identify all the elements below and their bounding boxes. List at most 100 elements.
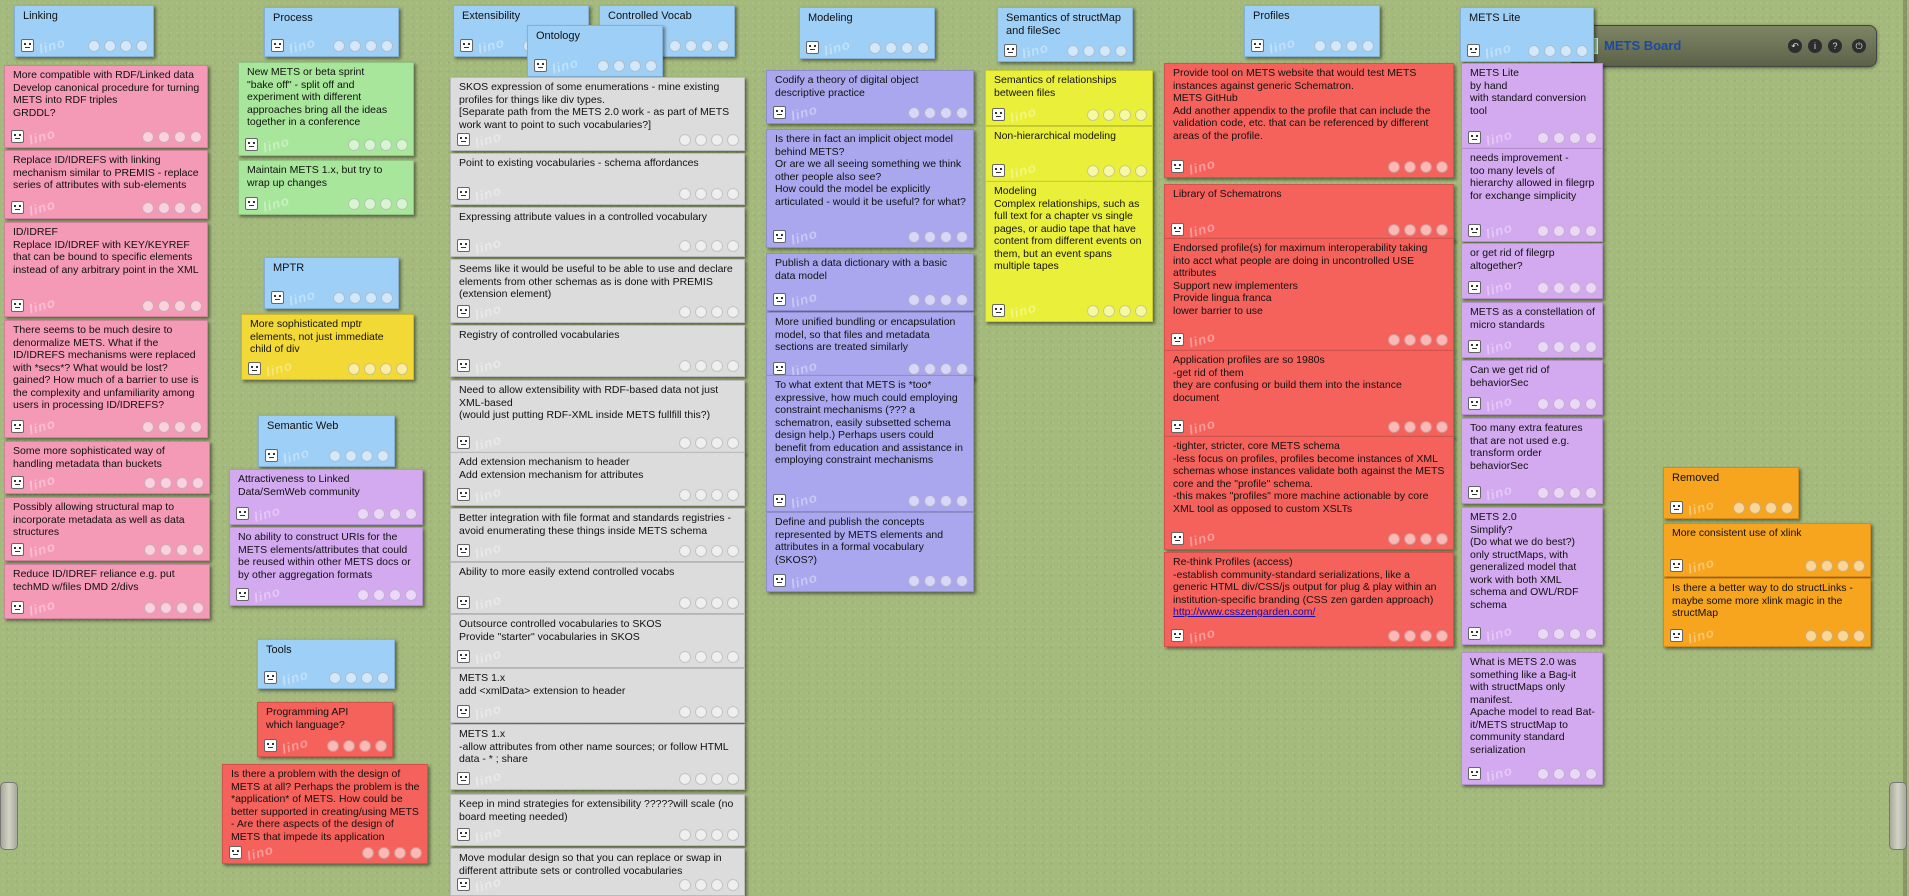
check-icon[interactable] xyxy=(1576,45,1588,57)
copy-icon[interactable] xyxy=(160,477,172,489)
copy-icon[interactable] xyxy=(158,421,170,433)
edit-icon[interactable] xyxy=(1537,768,1549,780)
header-note-process[interactable]: Process lino xyxy=(264,7,399,57)
copy-icon[interactable] xyxy=(695,651,707,663)
edit-icon[interactable] xyxy=(357,508,369,520)
copy-icon[interactable] xyxy=(1553,341,1565,353)
copy-icon[interactable] xyxy=(695,879,707,891)
author-face-icon[interactable] xyxy=(1251,39,1264,52)
copy-icon[interactable] xyxy=(364,198,376,210)
edit-icon[interactable] xyxy=(1087,109,1099,121)
download-icon[interactable] xyxy=(359,740,371,752)
download-icon[interactable] xyxy=(1119,305,1131,317)
note-extensibility-1[interactable]: SKOS expression of some enumerations - m… xyxy=(450,77,745,151)
copy-icon[interactable] xyxy=(924,495,936,507)
copy-icon[interactable] xyxy=(1553,628,1565,640)
copy-icon[interactable] xyxy=(373,589,385,601)
check-icon[interactable] xyxy=(727,489,739,501)
copy-icon[interactable] xyxy=(158,300,170,312)
note-removed-2[interactable]: Is there a better way to do structLinks … xyxy=(1663,578,1871,647)
download-icon[interactable] xyxy=(711,879,723,891)
download-icon[interactable] xyxy=(365,40,377,52)
author-face-icon[interactable] xyxy=(773,230,786,243)
note-semantics-1[interactable]: Semantics of relationships between files… xyxy=(985,70,1153,126)
check-icon[interactable] xyxy=(1585,225,1597,237)
edit-icon[interactable] xyxy=(327,740,339,752)
copy-icon[interactable] xyxy=(1103,305,1115,317)
download-icon[interactable] xyxy=(1099,45,1111,57)
edit-icon[interactable] xyxy=(869,42,881,54)
note-modeling-1[interactable]: Codify a theory of digital object descri… xyxy=(766,70,974,124)
check-icon[interactable] xyxy=(717,40,729,52)
note-linking-3[interactable]: ID/IDREF Replace ID/IDREF with KEY/KEYRE… xyxy=(4,222,208,317)
check-icon[interactable] xyxy=(1585,341,1597,353)
check-icon[interactable] xyxy=(192,544,204,556)
download-icon[interactable] xyxy=(711,773,723,785)
note-profiles-1[interactable]: Provide tool on METS website that would … xyxy=(1164,63,1454,178)
copy-icon[interactable] xyxy=(613,60,625,72)
edit-icon[interactable] xyxy=(679,188,691,200)
download-icon[interactable] xyxy=(1119,165,1131,177)
edit-icon[interactable] xyxy=(1067,45,1079,57)
author-face-icon[interactable] xyxy=(992,164,1005,177)
note-extensibility-9[interactable]: Ability to more easily extend controlled… xyxy=(450,562,745,614)
copy-icon[interactable] xyxy=(1103,165,1115,177)
edit-icon[interactable] xyxy=(348,198,360,210)
check-icon[interactable] xyxy=(1436,334,1448,346)
download-icon[interactable] xyxy=(1420,161,1432,173)
check-icon[interactable] xyxy=(727,134,739,146)
author-face-icon[interactable] xyxy=(457,544,470,557)
copy-icon[interactable] xyxy=(158,202,170,214)
edit-icon[interactable] xyxy=(1528,45,1540,57)
note-extensibility-10[interactable]: Outsource controlled vocabularies to SKO… xyxy=(450,614,745,668)
download-icon[interactable] xyxy=(711,188,723,200)
download-icon[interactable] xyxy=(940,495,952,507)
download-icon[interactable] xyxy=(361,450,373,462)
author-face-icon[interactable] xyxy=(1468,131,1481,144)
author-face-icon[interactable] xyxy=(457,596,470,609)
edit-icon[interactable] xyxy=(88,40,100,52)
author-face-icon[interactable] xyxy=(992,108,1005,121)
author-face-icon[interactable] xyxy=(229,846,242,859)
download-icon[interactable] xyxy=(1560,45,1572,57)
download-icon[interactable] xyxy=(701,40,713,52)
edit-icon[interactable] xyxy=(1087,305,1099,317)
edit-icon[interactable] xyxy=(679,306,691,318)
header-note-mets-lite[interactable]: METS Lite lino xyxy=(1460,7,1594,62)
check-icon[interactable] xyxy=(190,421,202,433)
edit-icon[interactable] xyxy=(1537,628,1549,640)
copy-icon[interactable] xyxy=(685,40,697,52)
download-icon[interactable] xyxy=(1569,132,1581,144)
check-icon[interactable] xyxy=(727,360,739,372)
edit-icon[interactable] xyxy=(1537,487,1549,499)
copy-icon[interactable] xyxy=(924,363,936,375)
check-icon[interactable] xyxy=(192,477,204,489)
copy-icon[interactable] xyxy=(1083,45,1095,57)
download-icon[interactable] xyxy=(711,706,723,718)
copy-icon[interactable] xyxy=(1404,161,1416,173)
download-icon[interactable] xyxy=(711,651,723,663)
edit-icon[interactable] xyxy=(908,575,920,587)
author-face-icon[interactable] xyxy=(457,650,470,663)
copy-icon[interactable] xyxy=(1821,630,1833,642)
author-face-icon[interactable] xyxy=(457,436,470,449)
check-icon[interactable] xyxy=(190,300,202,312)
author-face-icon[interactable] xyxy=(236,507,249,520)
check-icon[interactable] xyxy=(192,602,204,614)
author-face-icon[interactable] xyxy=(236,588,249,601)
copy-icon[interactable] xyxy=(1544,45,1556,57)
download-icon[interactable] xyxy=(711,306,723,318)
note-extensibility-8[interactable]: Better integration with file format and … xyxy=(450,508,745,562)
edit-icon[interactable] xyxy=(1388,421,1400,433)
check-icon[interactable] xyxy=(956,495,968,507)
download-icon[interactable] xyxy=(711,360,723,372)
edit-icon[interactable] xyxy=(679,773,691,785)
power-icon[interactable]: ⏻ xyxy=(1852,39,1866,53)
check-icon[interactable] xyxy=(1585,398,1597,410)
check-icon[interactable] xyxy=(381,292,393,304)
note-tools-1[interactable]: Programming API which language? lino xyxy=(257,702,393,757)
download-icon[interactable] xyxy=(120,40,132,52)
header-note-ontology[interactable]: Ontology lino xyxy=(527,25,663,77)
copy-icon[interactable] xyxy=(1404,421,1416,433)
download-icon[interactable] xyxy=(901,42,913,54)
